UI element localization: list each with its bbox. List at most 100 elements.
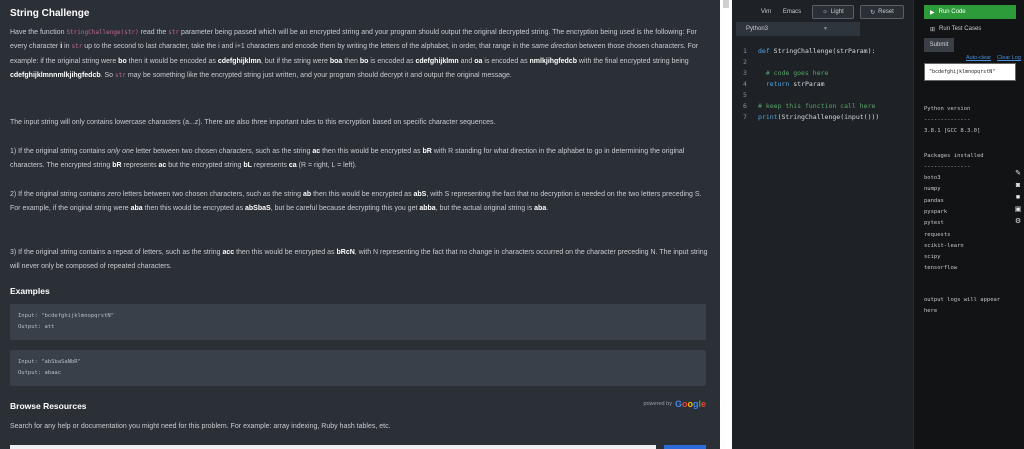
desc-bold: bo (118, 57, 127, 65)
example-2: Input: "abSbaSaNbR" Output: abaac (10, 350, 706, 386)
code-text: def StringChallenge(strParam): (758, 46, 875, 57)
desc-text: is encoded as (482, 57, 530, 65)
reset-icon: ↻ (870, 9, 876, 16)
test-case-input[interactable]: "bcdefghijklmnopqrstN" (924, 63, 1016, 81)
panel-divider[interactable] (720, 0, 732, 449)
run-code-label: Run Code (938, 9, 966, 15)
function-name-code: StringChallenge(str) (66, 29, 139, 36)
package-item: numpy (924, 186, 941, 193)
package-item: scikit-learn (924, 242, 964, 249)
browse-resources-heading: Browse Resources (10, 401, 87, 411)
package-item: scipy (924, 254, 941, 261)
problem-title: String Challenge (10, 8, 90, 19)
code-token: # code goes here (765, 69, 829, 77)
desc-text: is encoded as (368, 57, 416, 65)
log-links: Auto-clear Clear Log (966, 55, 1021, 61)
vim-mode-button[interactable]: Vim (756, 5, 776, 19)
packages-label: Packages installed (924, 153, 984, 159)
emacs-mode-button[interactable]: Emacs (778, 5, 806, 19)
desc-text: 2) If the original string contains (10, 191, 108, 198)
package-item: tensorflow (924, 265, 958, 272)
desc-text: then this would be encrypted as (311, 191, 414, 198)
desc-italic: only one (107, 148, 134, 155)
rule-1: 1) If the original string contains only … (10, 145, 710, 174)
package-item: pyspark (924, 208, 948, 215)
code-line[interactable]: 7 print(StringChallenge(input())) (732, 112, 913, 123)
divider-grip[interactable] (723, 0, 729, 8)
output-log-note: output logs will appear here (924, 297, 1001, 315)
line-number: 5 (743, 91, 747, 99)
chevron-down-icon: ▼ (823, 26, 828, 32)
clear-log-link[interactable]: Clear Log (997, 55, 1021, 61)
example-output: Output: att (18, 324, 55, 330)
code-token: (StringChallenge(input())) (777, 113, 880, 121)
code-text: # keep this function call here (758, 101, 875, 112)
desc-text: 3) If the original string contains a rep… (10, 249, 223, 256)
desc-text: read the (138, 29, 169, 36)
code-line[interactable]: 5 (732, 90, 913, 101)
code-token: StringChallenge(strParam): (773, 47, 876, 55)
image-icon[interactable]: ▣ (1014, 206, 1022, 214)
sun-icon: ☼ (822, 9, 828, 15)
desc-text: represents (121, 162, 159, 170)
code-line[interactable]: 2 (732, 57, 913, 68)
desc-text: Have the function (10, 29, 67, 36)
run-test-cases-button[interactable]: ⊞ Run Test Cases (924, 22, 1016, 36)
desc-text: , but if the string were (261, 57, 330, 65)
problem-panel: String Challenge Have the function Strin… (0, 0, 720, 449)
param-code: str (71, 43, 83, 51)
light-theme-button[interactable]: ☼ Light (812, 5, 854, 19)
camera-icon[interactable]: ◙ (1014, 182, 1022, 190)
auto-clear-link[interactable]: Auto-clear (966, 55, 991, 61)
code-line[interactable]: 3 # code goes here (732, 68, 913, 79)
rules-intro: The input string will only contains lowe… (10, 119, 496, 126)
desc-italic: zero (107, 191, 121, 198)
submit-button[interactable]: Submit (924, 38, 954, 52)
line-number: 4 (743, 80, 747, 88)
pencil-icon[interactable]: ✎ (1014, 170, 1022, 178)
param-code: str (115, 71, 126, 79)
package-item: pandas (924, 197, 944, 204)
output-separator: -------------- (924, 164, 971, 170)
desc-text: then this would be encrypted as (320, 148, 423, 155)
code-token: return (765, 80, 794, 88)
code-text: print(StringChallenge(input())) (758, 112, 879, 123)
resource-search-button[interactable] (664, 445, 706, 449)
desc-text: , but be careful because decrypting this… (270, 205, 420, 213)
desc-bold: cdefghijklmn (217, 57, 261, 65)
desc-text: 1) If the original string contains (10, 148, 108, 155)
reset-label: Reset (878, 9, 894, 15)
python-version-value: 3.8.1 [GCC 8.3.0] (924, 128, 981, 134)
desc-bold: cdefghijklmnnmlkjihgfedcb (10, 71, 101, 79)
code-line[interactable]: 6 # keep this function call here (732, 101, 913, 112)
desc-bold: aba (130, 205, 143, 213)
side-toolbar: ✎ ◙ ■ ▣ ⚙ (1013, 170, 1023, 226)
desc-bold: ca (288, 162, 297, 170)
package-item: pytest (924, 220, 944, 227)
package-item: requests (924, 231, 951, 238)
desc-bold: cdefghijklmn (415, 57, 459, 65)
example-input: Input: "bcdefghijklmnopqrstN" (18, 313, 115, 319)
resource-search-input[interactable] (10, 445, 656, 449)
line-number: 1 (743, 47, 747, 55)
run-code-button[interactable]: ▶ Run Code (924, 5, 1016, 19)
reset-button[interactable]: ↻ Reset (860, 5, 904, 19)
run-test-cases-label: Run Test Cases (939, 26, 982, 32)
video-icon[interactable]: ■ (1014, 194, 1022, 202)
browse-description: Search for any help or documentation you… (10, 423, 391, 430)
desc-text: but the encrypted string (166, 162, 244, 170)
param-code: str (168, 29, 180, 36)
gear-icon[interactable]: ⚙ (1014, 218, 1022, 226)
desc-text: letter between two chosen characters, su… (133, 148, 313, 155)
language-value: Python3 (746, 26, 769, 32)
desc-text: , but the actual original string is (435, 205, 535, 213)
language-select[interactable]: Python3 ▼ (736, 22, 860, 36)
code-area[interactable]: 1 def StringChallenge(strParam): 2 3 # code… (732, 46, 913, 123)
code-line[interactable]: 4 return strParam (732, 79, 913, 90)
desc-text: . (546, 205, 549, 213)
desc-bold: aba (534, 205, 547, 213)
code-line[interactable]: 1 def StringChallenge(strParam): (732, 46, 913, 57)
code-token: print (758, 113, 778, 121)
desc-text: may be something like the encrypted stri… (125, 71, 512, 79)
